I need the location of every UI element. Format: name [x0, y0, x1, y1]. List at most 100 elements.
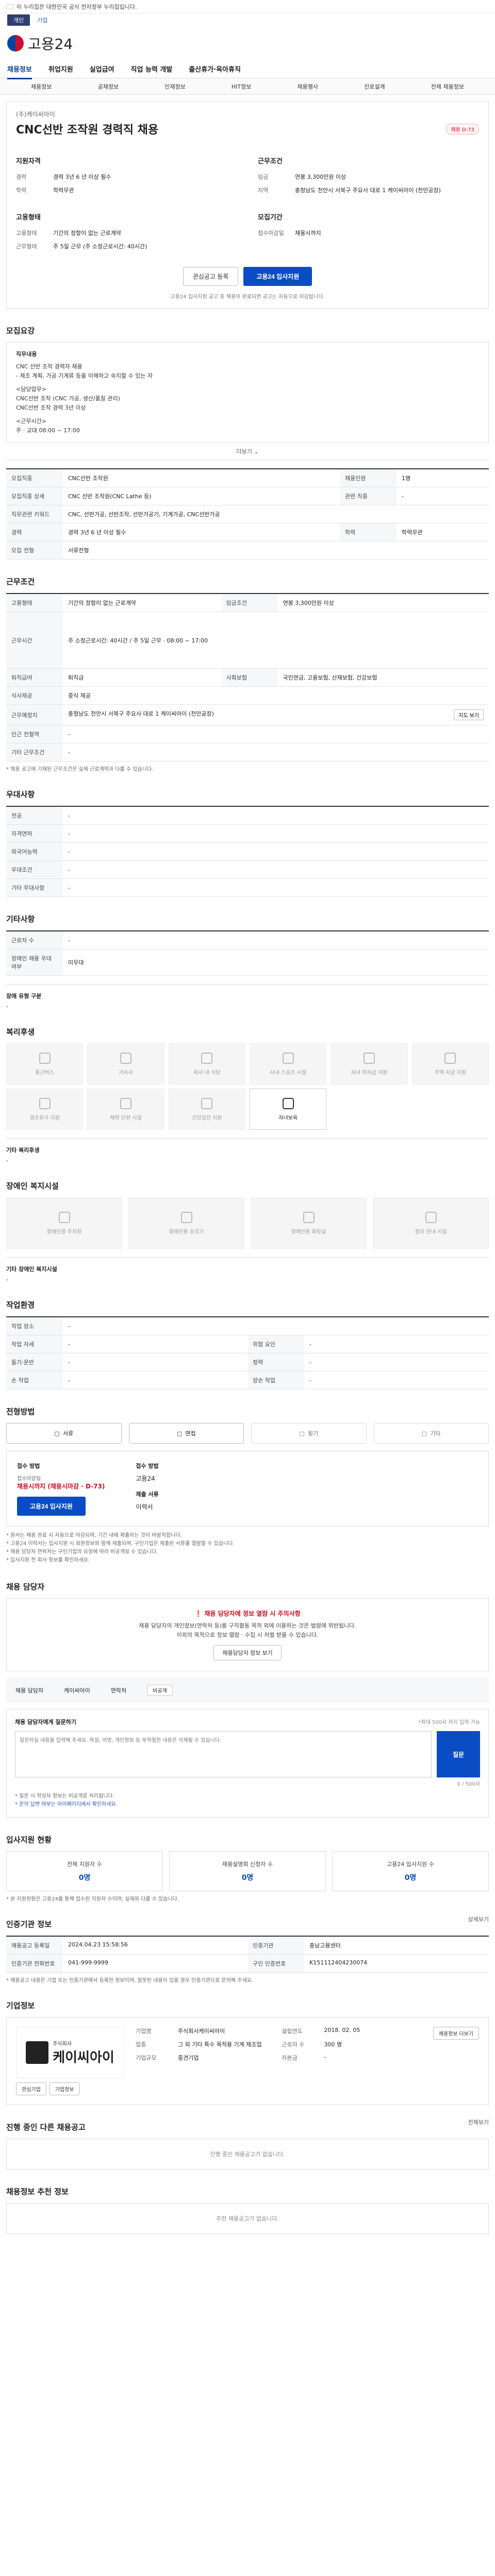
- kv-key: 지역: [258, 187, 269, 194]
- company-logo: 주식회사케이씨아이: [16, 2027, 124, 2078]
- screening-label: 필기: [307, 1430, 319, 1437]
- question-title-row: 채용 담당자에게 질문하기 *최대 500자 까지 입력 가능: [15, 1718, 480, 1726]
- table-value: 중식 제공: [63, 686, 489, 705]
- written-test-icon: ▢: [299, 1430, 305, 1437]
- welfare-extra: 기타 복리후생 -: [6, 1138, 489, 1164]
- method-heading: 전형방법: [6, 1407, 35, 1416]
- subnav-item[interactable]: 진로설계: [364, 82, 385, 91]
- korea-flag-icon: [6, 4, 13, 9]
- site-logo[interactable]: 고용24: [7, 33, 73, 54]
- company-more-button[interactable]: 채용정보 더보기: [433, 2027, 479, 2040]
- conditions-title: 근무조건: [258, 158, 283, 165]
- education-icon: [363, 1052, 375, 1064]
- table-value: -: [63, 878, 489, 897]
- same-all-link[interactable]: 전체보기: [468, 2118, 489, 2126]
- more-label: 더보기: [236, 448, 252, 455]
- tab-personal[interactable]: 개인: [7, 14, 30, 26]
- subnav-item[interactable]: 공채정보: [98, 82, 119, 91]
- info-key: 설립연도: [282, 2028, 303, 2035]
- info-key: 자본금: [282, 2055, 298, 2061]
- table-key: 모집직종: [6, 468, 63, 487]
- table-key: 채용공고 등록일: [6, 1937, 63, 1954]
- house-icon: [444, 1052, 456, 1064]
- more-button[interactable]: 더보기 ⌄: [6, 447, 489, 460]
- interest-button[interactable]: 관심공고 등록: [183, 267, 239, 286]
- kv-key: 학력: [16, 187, 27, 194]
- gnb-item[interactable]: 실업급여: [90, 64, 114, 74]
- detail-line: 주 · 교대 08:00 ~ 17:00: [16, 427, 80, 434]
- welfare-item: 사내 스포츠 시설: [249, 1043, 327, 1084]
- view-manager-button[interactable]: 채용담당자 정보 보기: [213, 1645, 282, 1660]
- kv-value: 학력무관: [53, 187, 74, 194]
- table-row: 전공 -: [6, 806, 489, 825]
- question-send-button[interactable]: 질문: [437, 1731, 480, 1777]
- work-footnote: * 채용 공고에 기재된 근무조건은 실제 근로계약과 다를 수 있습니다.: [6, 767, 154, 772]
- interview-icon: ▢: [176, 1430, 183, 1437]
- job-title: CNC선반 조작원 경력직 채용 채용 D-73: [16, 121, 479, 137]
- company-interest-button[interactable]: 관심기업: [16, 2082, 46, 2095]
- table-row: 모집직종 CNC선반 조작원 채용인원 1명: [6, 468, 489, 487]
- table-key: 장애인 채용 우대 여부: [6, 949, 63, 976]
- tab-corporate[interactable]: 기업: [37, 16, 47, 24]
- table-value: -: [63, 1353, 248, 1371]
- table-key: 우대조건: [6, 860, 63, 879]
- subnav-item[interactable]: 채용정보: [31, 82, 52, 91]
- qualification-title: 지원자격: [16, 158, 41, 165]
- site-header: 고용24: [0, 27, 495, 60]
- question-title: 채용 담당자에게 질문하기: [15, 1719, 76, 1725]
- map-button[interactable]: 지도 보기: [454, 709, 484, 720]
- company-logo-big: 케이씨아이: [53, 2050, 114, 2065]
- table-value: -: [63, 930, 489, 950]
- question-input[interactable]: [15, 1731, 432, 1777]
- childcare-icon: [282, 1097, 294, 1109]
- table-row: 인증기관 충남고용센터: [248, 1937, 489, 1955]
- table-row: 자격면허 -: [6, 824, 489, 843]
- table-value: -: [63, 743, 489, 761]
- table-key: 인증기관: [248, 1937, 304, 1954]
- table-value: 2024.04.23 15:58:56: [68, 1941, 128, 1948]
- table-value: -: [63, 725, 489, 743]
- info-value: 중견기업: [178, 2055, 199, 2061]
- detail-line: <근무시간>: [16, 418, 46, 425]
- subnav-item[interactable]: 채용행사: [298, 82, 318, 91]
- sub-nav: 채용정보 공채정보 인재정보 HIT정보 채용행사 진로설계 전체 채용정보: [0, 78, 495, 95]
- org-table: 채용공고 등록일 2024.04.23 15:58:56 인증기관 충남고용센터 인…: [6, 1936, 489, 1973]
- screening-step: ▢ 서류: [6, 1423, 122, 1444]
- apply-title: 접수 방법: [17, 1463, 40, 1469]
- apply-left: 접수 방법 접수마감일 채용시까지 (채용시마감 · D-73) 고용24 입사…: [17, 1462, 105, 1516]
- disability-type: 장애 유형 구분 -: [6, 984, 489, 1010]
- disab-extra-label: 기타 장애인 복지시설: [6, 1266, 57, 1273]
- stat-label: 고용24 입사지원 수: [387, 1861, 434, 1868]
- welfare-item: 통근버스: [6, 1043, 84, 1084]
- manager-label: 채용 담당자: [15, 1687, 44, 1694]
- apply-note: 고용24 입사지원 공고 중 채용이 완료되면 공고는 자동으로 마감됩니다.: [170, 294, 325, 300]
- welfare-item: 체력 단련 시설: [87, 1089, 164, 1130]
- subnav-item[interactable]: 전체 채용정보: [431, 82, 464, 91]
- stat-box: 전체 지원자 수 0명: [6, 1851, 163, 1891]
- table-key: 모집직종 상세: [6, 487, 63, 505]
- company-info-button[interactable]: 기업정보: [49, 2082, 80, 2095]
- manager-info: 채용 담당자 케이씨아이 연락처 비공개: [6, 1677, 489, 1703]
- question-notes: * 질문 시 작성자 정보는 비공개로 처리됩니다. * 문의 답변 여부는 마…: [15, 1792, 480, 1809]
- gnb-item[interactable]: 취업지원: [48, 64, 73, 74]
- org-head: 인증기관 정보 상세보기: [6, 1902, 489, 1936]
- subnav-item[interactable]: HIT정보: [232, 82, 251, 91]
- apply-button-2[interactable]: 고용24 입사지원: [17, 1497, 86, 1516]
- table-row: 손 작업 - 양손 작업 -: [6, 1371, 489, 1389]
- manager-heading: 채용 담당자: [6, 1582, 45, 1591]
- table-key: 퇴직급여: [6, 668, 63, 687]
- gnb-item[interactable]: 직업 능력 개발: [131, 64, 173, 74]
- gnb-item[interactable]: 채용정보: [7, 64, 32, 79]
- org-detail-link[interactable]: 상세보기: [468, 1915, 489, 1923]
- table-value: CNC, 선반가공, 선반조작, 선반가공기, 기계가공, CNC선반가공: [63, 505, 489, 523]
- company-logo-small: 주식회사: [53, 2041, 72, 2047]
- gnb-item[interactable]: 출산휴가·육아휴직: [189, 64, 241, 74]
- subnav-item[interactable]: 인재정보: [164, 82, 185, 91]
- table-key: 전공: [6, 806, 63, 825]
- screening-label: 서류: [62, 1430, 74, 1437]
- cafeteria-icon: [201, 1052, 213, 1064]
- kv-key: 경력: [16, 174, 27, 180]
- apply-button[interactable]: 고용24 입사지원: [243, 267, 312, 286]
- screening-step: ▢ 면접: [128, 1423, 244, 1444]
- table-key: 손 작업: [6, 1371, 63, 1389]
